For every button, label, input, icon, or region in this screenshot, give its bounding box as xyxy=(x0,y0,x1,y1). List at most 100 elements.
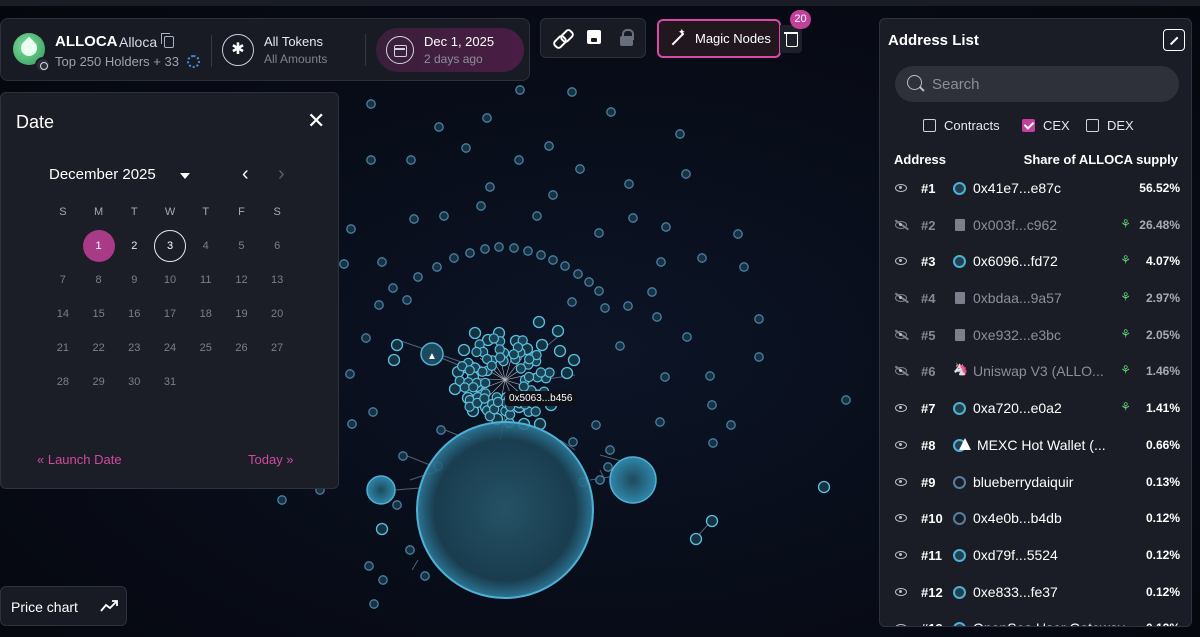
holder-node[interactable] xyxy=(457,343,471,357)
calendar-day[interactable]: 25 xyxy=(188,332,224,364)
calendar-day[interactable]: 4 xyxy=(188,230,224,262)
holder-node[interactable] xyxy=(568,437,578,447)
holder-node[interactable] xyxy=(739,262,749,272)
holder-node[interactable] xyxy=(705,514,719,528)
cex-checkbox[interactable] xyxy=(1022,119,1035,132)
holder-node[interactable] xyxy=(375,522,389,536)
holder-node[interactable] xyxy=(548,255,558,265)
address-row[interactable]: #12 0xe833...fe37 0.12% xyxy=(880,575,1191,612)
prev-month-icon[interactable]: ‹ xyxy=(242,163,249,186)
holder-address[interactable]: Uniswap V3 (ALLO... xyxy=(973,363,1138,379)
holder-node[interactable] xyxy=(603,462,613,472)
holder-node[interactable] xyxy=(486,360,497,371)
eye-icon[interactable] xyxy=(895,587,907,596)
holder-node[interactable] xyxy=(726,420,736,430)
holder-node[interactable] xyxy=(420,571,430,581)
calendar-day[interactable]: 31 xyxy=(152,366,188,398)
holder-node[interactable] xyxy=(705,371,715,381)
holder-node[interactable] xyxy=(733,229,743,239)
holder-node[interactable] xyxy=(567,87,577,97)
holder-address[interactable]: OpenSea User Gateway xyxy=(973,620,1138,626)
holder-node[interactable] xyxy=(523,371,535,383)
holder-node[interactable] xyxy=(387,353,401,367)
calendar-day[interactable]: 2 xyxy=(116,230,152,262)
filter-dex[interactable]: DEX xyxy=(1086,118,1134,133)
holder-node[interactable] xyxy=(468,326,482,340)
eye-off-icon[interactable] xyxy=(895,294,907,303)
calendar-day[interactable]: 14 xyxy=(45,298,81,330)
calendar-day[interactable]: 24 xyxy=(152,332,188,364)
holder-node[interactable] xyxy=(624,179,634,189)
holder-node[interactable] xyxy=(405,545,415,555)
holder-node[interactable] xyxy=(628,213,638,223)
magic-nodes-button[interactable]: Magic Nodes xyxy=(657,19,781,58)
holder-node[interactable] xyxy=(523,246,533,256)
holder-node[interactable] xyxy=(535,367,547,378)
holder-node[interactable] xyxy=(660,372,670,382)
calendar-day[interactable]: 23 xyxy=(116,332,152,364)
holder-node[interactable] xyxy=(515,363,527,374)
holder-node[interactable] xyxy=(434,122,444,132)
filter-cex[interactable]: CEX xyxy=(1022,118,1070,133)
holder-node[interactable] xyxy=(339,259,349,269)
holder-node[interactable] xyxy=(689,532,703,546)
holder-node[interactable] xyxy=(413,272,423,282)
holder-node[interactable] xyxy=(402,295,412,305)
holder-node[interactable] xyxy=(361,333,371,343)
eye-off-icon[interactable] xyxy=(895,220,907,229)
holder-node[interactable] xyxy=(368,407,378,417)
eye-icon[interactable] xyxy=(895,550,907,559)
holder-address[interactable]: 0xd79f...5524 xyxy=(973,547,1138,563)
holder-node[interactable] xyxy=(494,352,506,363)
holder-node[interactable] xyxy=(388,283,398,293)
holder-node-small[interactable] xyxy=(366,475,396,505)
holder-node[interactable] xyxy=(485,182,495,192)
calendar-day[interactable]: 7 xyxy=(45,264,81,296)
holder-address[interactable]: 0xe833...fe37 xyxy=(973,584,1138,600)
holder-node[interactable] xyxy=(479,393,490,404)
holder-node[interactable] xyxy=(345,369,355,379)
holder-node[interactable] xyxy=(398,451,408,461)
calendar-day[interactable]: 13 xyxy=(259,264,295,296)
holder-node[interactable] xyxy=(567,353,581,367)
holder-address[interactable]: 0xa720...e0a2 xyxy=(973,400,1138,416)
address-row[interactable]: #1 0x41e7...e87c 56.52% xyxy=(880,171,1191,208)
holder-node[interactable] xyxy=(436,425,446,435)
holder-node[interactable] xyxy=(277,495,287,505)
eye-icon[interactable] xyxy=(895,257,907,266)
search-input[interactable] xyxy=(932,66,1172,102)
holder-node[interactable] xyxy=(567,297,577,307)
contracts-checkbox[interactable] xyxy=(923,119,936,132)
holder-node[interactable] xyxy=(374,300,384,310)
calendar-day[interactable]: 10 xyxy=(152,264,188,296)
eye-icon[interactable] xyxy=(895,404,907,413)
asterisk-icon[interactable]: ✱ xyxy=(222,34,254,66)
holder-node[interactable] xyxy=(553,344,567,358)
holder-address[interactable]: MEXC Hot Wallet (... xyxy=(977,437,1142,453)
holder-node[interactable] xyxy=(480,377,491,389)
eye-off-icon[interactable] xyxy=(895,330,907,339)
save-icon[interactable] xyxy=(585,28,605,48)
holder-node[interactable] xyxy=(392,500,402,510)
holder-node[interactable] xyxy=(594,228,604,238)
calendar-day[interactable]: 20 xyxy=(259,298,295,330)
holder-node[interactable] xyxy=(518,381,530,392)
holder-node[interactable] xyxy=(697,253,707,263)
holder-node[interactable] xyxy=(594,286,604,296)
address-row[interactable]: #6 🦄 Uniswap V3 (ALLO... ⚘ 1.46% xyxy=(880,354,1191,391)
holder-node[interactable] xyxy=(515,85,525,95)
calendar-day[interactable]: 9 xyxy=(116,264,152,296)
link-icon[interactable] xyxy=(553,28,573,48)
calendar-day[interactable]: 26 xyxy=(224,332,260,364)
holder-node[interactable] xyxy=(544,141,554,151)
holder-node[interactable] xyxy=(406,155,416,165)
holder-address[interactable]: 0xbdaa...9a57 xyxy=(973,290,1138,306)
holder-node[interactable] xyxy=(675,129,685,139)
holder-node[interactable] xyxy=(378,575,388,585)
holder-node[interactable] xyxy=(754,314,764,324)
holder-node[interactable] xyxy=(573,269,583,279)
holder-node[interactable] xyxy=(707,400,717,410)
holder-node[interactable] xyxy=(817,480,831,494)
eye-icon[interactable] xyxy=(895,624,907,626)
holder-node[interactable] xyxy=(449,253,459,263)
